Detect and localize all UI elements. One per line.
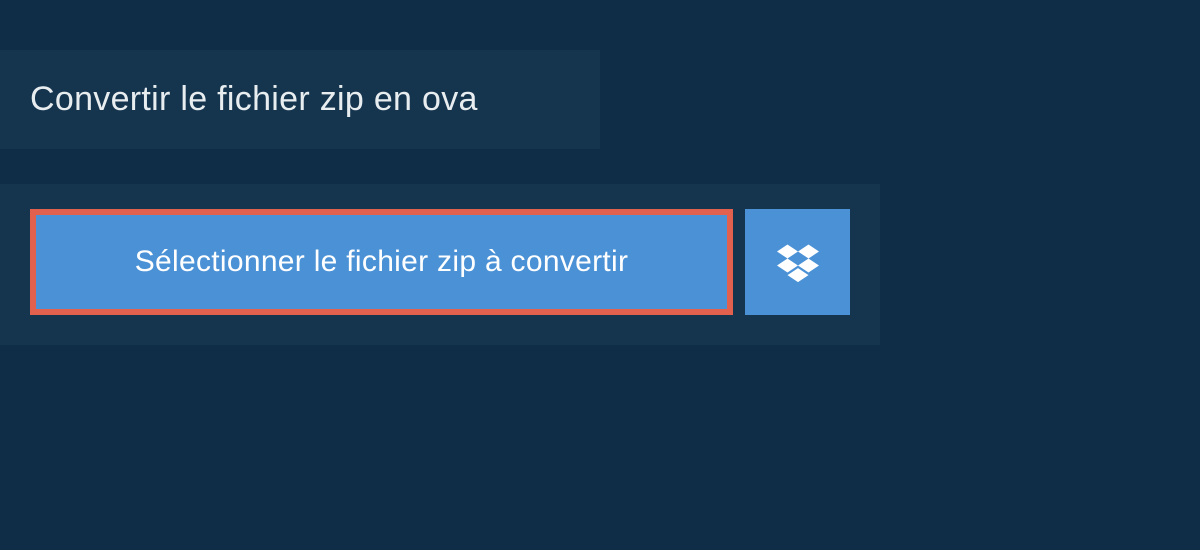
dropbox-icon — [777, 241, 819, 283]
dropbox-button[interactable] — [745, 209, 850, 315]
select-file-button[interactable]: Sélectionner le fichier zip à convertir — [30, 209, 733, 315]
select-file-button-label: Sélectionner le fichier zip à convertir — [135, 245, 629, 279]
header-panel: Convertir le fichier zip en ova — [0, 50, 600, 149]
page-title: Convertir le fichier zip en ova — [30, 80, 570, 119]
upload-panel: Sélectionner le fichier zip à convertir — [0, 184, 880, 345]
